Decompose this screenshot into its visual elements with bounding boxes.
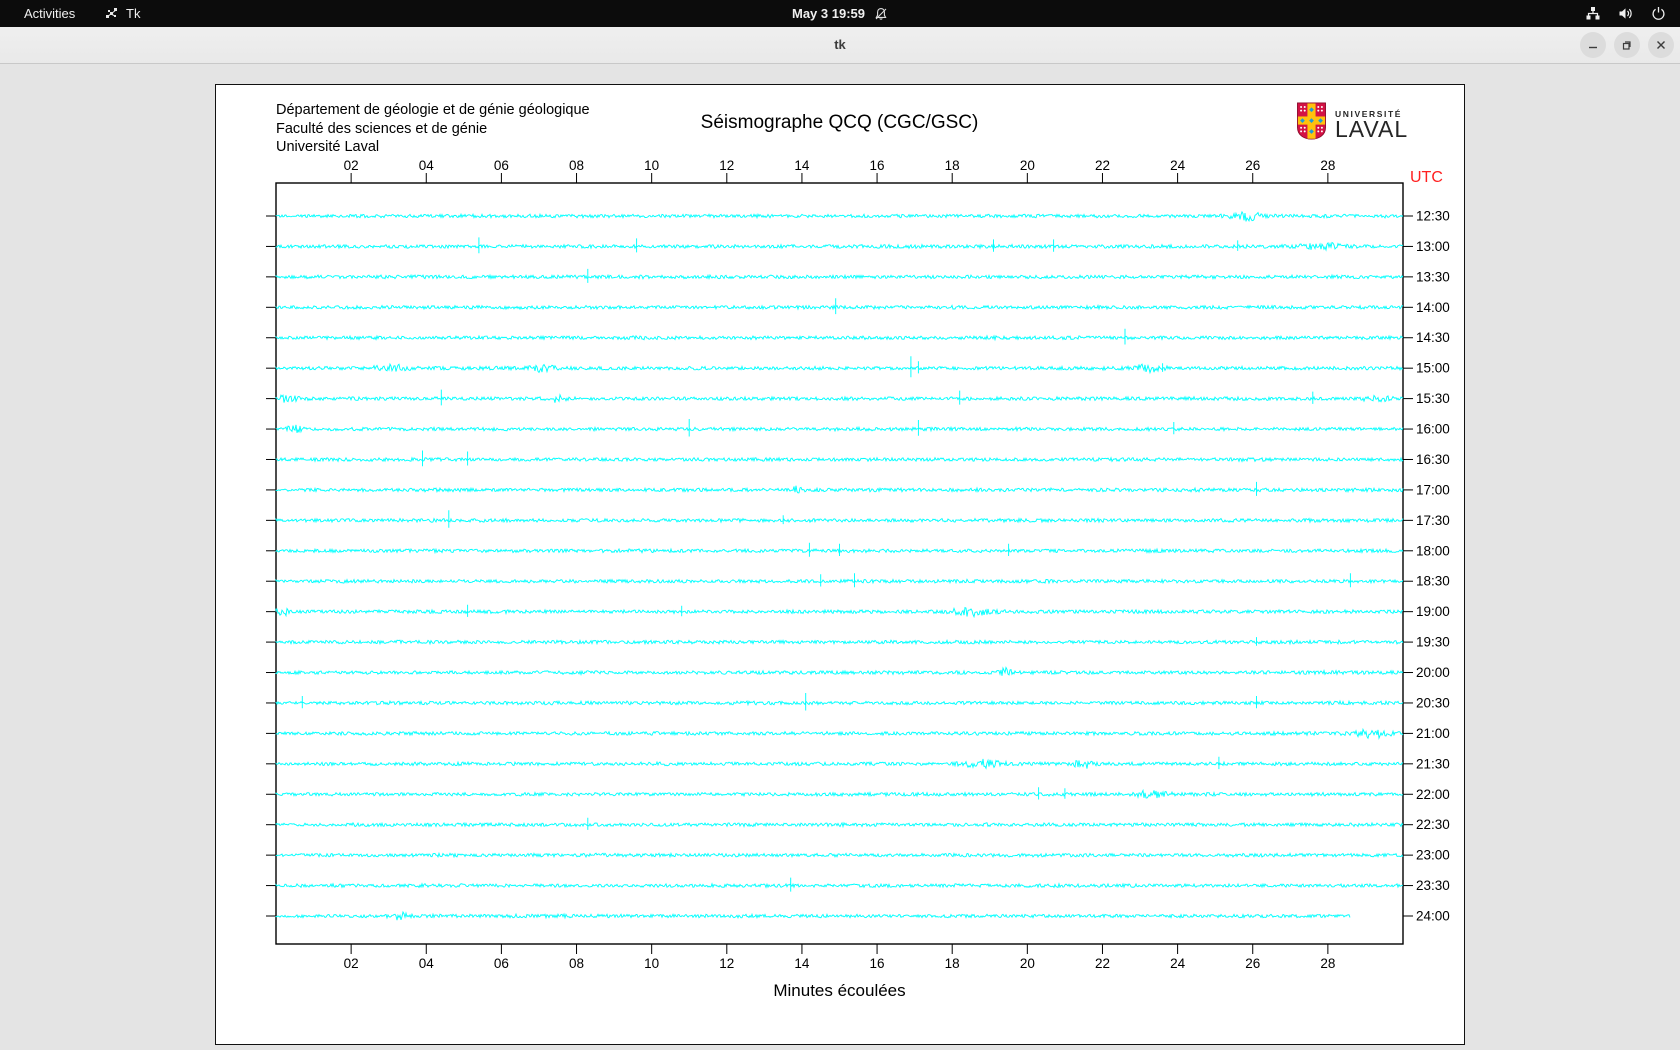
- x-tick-label-bottom: 10: [644, 956, 659, 971]
- x-tick-label-top: 24: [1170, 158, 1186, 173]
- utc-row-label: 21:30: [1416, 756, 1450, 771]
- notifications-muted-icon: [874, 7, 888, 21]
- trace-row-22:30: [275, 817, 1404, 830]
- trace-row-16:30: [275, 450, 1404, 467]
- clock-label: May 3 19:59: [792, 6, 865, 21]
- x-tick-label-top: 26: [1245, 158, 1260, 173]
- utc-row-label: 14:00: [1416, 300, 1450, 315]
- utc-row-label: 23:30: [1416, 878, 1450, 893]
- trace-row-13:30: [275, 268, 1404, 283]
- utc-row-label: 20:00: [1416, 665, 1450, 680]
- gnome-top-bar: Activities Tk May 3 19:59: [0, 0, 1680, 27]
- x-tick-label-top: 10: [644, 158, 659, 173]
- x-tick-label-bottom: 08: [569, 956, 584, 971]
- x-tick-label-bottom: 16: [870, 956, 885, 971]
- utc-row-label: 12:30: [1416, 209, 1450, 224]
- trace-row-17:30: [275, 510, 1404, 528]
- trace-row-15:00: [275, 356, 1404, 378]
- volume-icon: [1618, 6, 1634, 21]
- plot-frame: [275, 182, 1404, 945]
- utc-row-label: 22:30: [1416, 817, 1450, 832]
- x-tick-label-bottom: 18: [945, 956, 960, 971]
- trace-row-21:00: [275, 727, 1404, 740]
- x-tick-label-bottom: 22: [1095, 956, 1110, 971]
- x-tick-label-bottom: 02: [344, 956, 359, 971]
- x-tick-label-top: 28: [1320, 158, 1335, 173]
- helicorder-plot: 02 02 04 04 06 06 08 08 10 10 12 12 14 14 16 16 18 18 20 20…: [266, 158, 1450, 971]
- utc-row-label: 20:30: [1416, 695, 1450, 710]
- trace-row-13:00: [275, 237, 1404, 254]
- trace-row-14:00: [275, 298, 1404, 315]
- x-tick-label-top: 20: [1020, 158, 1035, 173]
- trace-row-19:30: [275, 637, 1404, 646]
- utc-row-label: 24:00: [1416, 909, 1450, 924]
- trace-row-23:00: [275, 851, 1404, 859]
- x-tick-label-bottom: 04: [419, 956, 435, 971]
- seismograph-panel: Département de géologie et de génie géol…: [215, 84, 1465, 1045]
- minimize-button[interactable]: [1580, 32, 1606, 58]
- clock-menu[interactable]: May 3 19:59: [0, 0, 1680, 27]
- system-status-area[interactable]: [1585, 0, 1666, 27]
- trace-row-14:30: [275, 328, 1404, 345]
- x-tick-label-bottom: 20: [1020, 956, 1035, 971]
- x-tick-label-bottom: 26: [1245, 956, 1260, 971]
- trace-row-20:30: [275, 693, 1404, 711]
- maximize-button[interactable]: [1614, 32, 1640, 58]
- utc-row-label: 16:30: [1416, 452, 1450, 467]
- utc-row-label: 17:30: [1416, 513, 1450, 528]
- trace-row-23:30: [275, 877, 1404, 892]
- x-tick-label-top: 16: [870, 158, 885, 173]
- trace-row-24:00: [275, 910, 1351, 921]
- x-tick-label-top: 14: [794, 158, 810, 173]
- power-icon: [1651, 6, 1666, 21]
- x-tick-label-top: 22: [1095, 158, 1110, 173]
- utc-row-label: 21:00: [1416, 726, 1450, 741]
- trace-row-20:00: [275, 666, 1404, 676]
- utc-row-label: 17:00: [1416, 482, 1450, 497]
- x-tick-label-top: 08: [569, 158, 584, 173]
- utc-row-label: 14:30: [1416, 330, 1450, 345]
- utc-row-label: 18:30: [1416, 574, 1450, 589]
- trace-row-18:00: [275, 542, 1404, 557]
- utc-row-label: 13:00: [1416, 239, 1450, 254]
- x-tick-label-bottom: 14: [794, 956, 810, 971]
- utc-row-label: 23:00: [1416, 848, 1450, 863]
- x-tick-label-bottom: 06: [494, 956, 509, 971]
- x-tick-label-top: 12: [719, 158, 734, 173]
- network-wired-icon: [1585, 6, 1601, 21]
- x-tick-label-top: 06: [494, 158, 509, 173]
- close-button[interactable]: [1648, 32, 1674, 58]
- x-tick-label-top: 02: [344, 158, 359, 173]
- utc-row-label: 16:00: [1416, 422, 1450, 437]
- trace-row-21:30: [275, 756, 1404, 770]
- utc-row-label: 18:00: [1416, 543, 1450, 558]
- trace-row-17:00: [275, 481, 1404, 496]
- trace-row-15:30: [275, 389, 1404, 406]
- trace-row-12:30: [275, 210, 1404, 222]
- x-tick-label-top: 04: [419, 158, 435, 173]
- trace-row-16:00: [275, 419, 1404, 437]
- x-tick-label-bottom: 12: [719, 956, 734, 971]
- x-tick-label-bottom: 28: [1320, 956, 1335, 971]
- utc-row-label: 15:30: [1416, 391, 1450, 406]
- utc-row-label: 19:00: [1416, 604, 1450, 619]
- trace-row-19:00: [275, 604, 1404, 619]
- window-title: tk: [834, 37, 846, 52]
- trace-row-22:00: [275, 787, 1404, 800]
- utc-row-label: 13:30: [1416, 269, 1450, 284]
- utc-row-label: 15:00: [1416, 361, 1450, 376]
- x-axis-title: Minutes écoulées: [773, 981, 906, 1000]
- window-titlebar[interactable]: tk: [0, 27, 1680, 64]
- x-tick-label-bottom: 24: [1170, 956, 1186, 971]
- trace-row-18:30: [275, 573, 1404, 588]
- x-tick-label-top: 18: [945, 158, 960, 173]
- utc-row-label: 19:30: [1416, 635, 1450, 650]
- utc-row-label: 22:00: [1416, 787, 1450, 802]
